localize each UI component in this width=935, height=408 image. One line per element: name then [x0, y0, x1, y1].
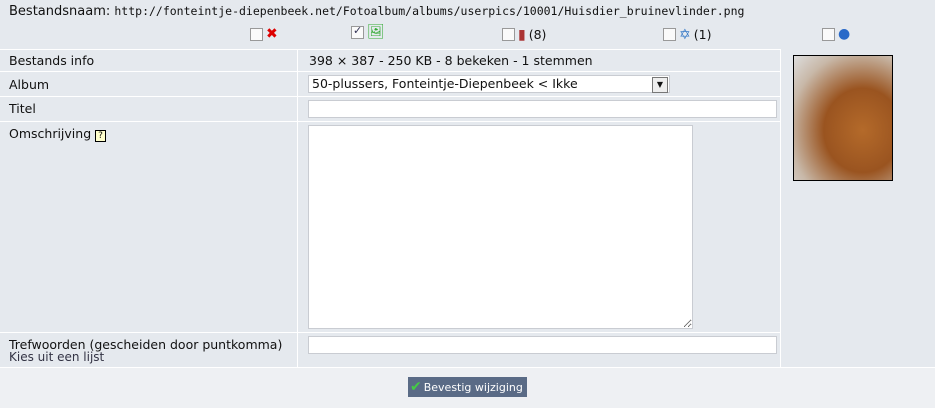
- approve-checkbox[interactable]: [351, 24, 364, 39]
- album-select[interactable]: 50-plussers, Fonteintje-Diepenbeek < Ikk…: [308, 75, 670, 93]
- approve-image-icon: 🖼: [367, 24, 385, 40]
- title-row: Titel: [0, 96, 780, 121]
- reset-votes-checkbox[interactable]: [663, 28, 676, 41]
- delete-icon: ✖: [266, 26, 278, 42]
- column-divider: [297, 49, 298, 367]
- description-row: Omschrijving ?: [0, 121, 780, 332]
- chevron-down-icon[interactable]: ▼: [652, 77, 668, 93]
- title-label: Titel: [9, 101, 36, 116]
- choose-from-list-link[interactable]: Kies uit een lijst: [9, 350, 104, 364]
- filename-label: Bestandsnaam:: [9, 4, 111, 19]
- actions-bar: ✖ 🖼 ▮(8) ✡(1) ●: [0, 24, 935, 47]
- title-input[interactable]: [308, 100, 777, 118]
- info-label: Bestands info: [9, 53, 95, 68]
- help-icon[interactable]: ?: [95, 130, 106, 142]
- reset-views-checkbox[interactable]: [502, 28, 515, 41]
- submit-button[interactable]: ✔ Bevestig wijziging: [408, 377, 527, 397]
- votes-count: (1): [693, 27, 712, 42]
- keywords-row: Trefwoorden (gescheiden door puntkomma) …: [0, 332, 780, 368]
- column-divider: [780, 49, 781, 367]
- description-label: Omschrijving ?: [9, 126, 106, 142]
- delete-checkbox[interactable]: [250, 27, 263, 41]
- album-label: Album: [9, 77, 50, 92]
- filename-url: http://fonteintje-diepenbeek.net/Fotoalb…: [114, 4, 745, 18]
- delete-comments-checkbox[interactable]: [822, 27, 835, 41]
- keywords-input[interactable]: [308, 336, 777, 354]
- delete-comments-icon: ●: [838, 26, 851, 42]
- info-row: Bestands info 398 × 387 - 250 KB - 8 bek…: [0, 49, 780, 71]
- description-textarea[interactable]: [308, 125, 693, 329]
- album-row: Album 50-plussers, Fonteintje-Diepenbeek…: [0, 71, 780, 96]
- album-selected-value: 50-plussers, Fonteintje-Diepenbeek < Ikk…: [312, 76, 578, 91]
- views-count: (8): [528, 27, 547, 42]
- reset-views-icon: ▮: [518, 26, 526, 43]
- description-label-text: Omschrijving: [9, 126, 92, 141]
- filename-header: Bestandsnaam: http://fonteintje-diepenbe…: [9, 4, 744, 19]
- footer: ✔ Bevestig wijziging: [0, 367, 935, 408]
- reset-votes-icon: ✡: [679, 26, 691, 43]
- info-value: 398 × 387 - 250 KB - 8 bekeken - 1 stemm…: [309, 53, 593, 68]
- image-thumbnail[interactable]: [793, 55, 893, 181]
- submit-label: Bevestig wijziging: [423, 380, 523, 394]
- checkmark-icon: ✔: [410, 379, 422, 395]
